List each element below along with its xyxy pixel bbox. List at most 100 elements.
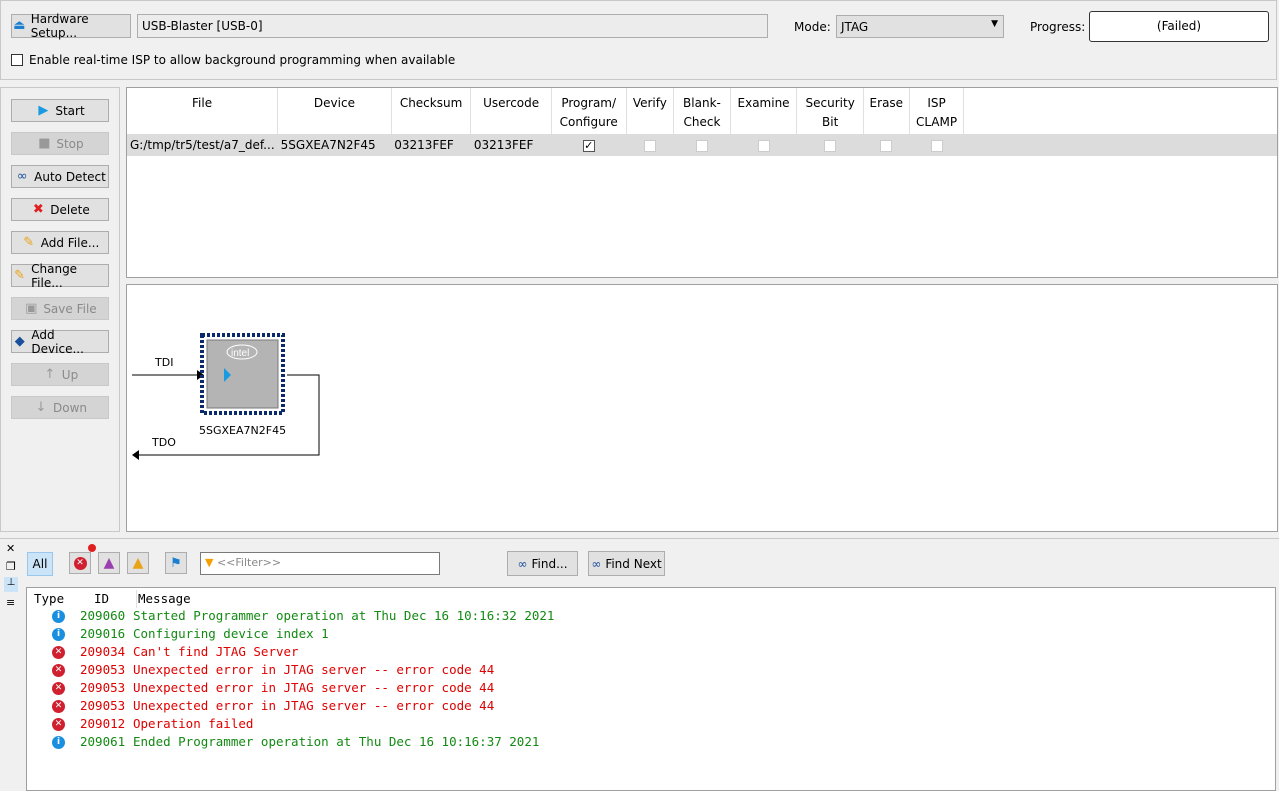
change-file-icon: ✎ [14,267,26,283]
pin-icon[interactable]: ⊥ [4,577,18,592]
up-button[interactable]: ↑ Up [11,363,109,386]
start-icon: ▶ [38,102,49,118]
column-header[interactable]: Usercode [470,88,552,134]
verify-checkbox[interactable] [643,139,656,152]
hardware-setup-icon: ⏏ [13,18,26,33]
column-header[interactable]: ISP CLAMP [909,88,965,134]
program-checkbox[interactable]: ✓ [582,139,595,152]
save-file-icon: ▣ [25,300,38,316]
hardware-setup-button[interactable]: ⏏ Hardware Setup... [11,12,131,40]
column-header[interactable]: Security Bit [796,88,864,134]
message-row[interactable]: ✕ 209012 Operation failed [27,715,1267,733]
find-button[interactable]: ∞ Find... [507,551,578,576]
filter-error-button[interactable]: ✕ [69,552,91,574]
delete-button[interactable]: ✖ Delete [11,198,109,221]
column-header[interactable]: Program/Configure [551,88,627,134]
realtime-isp-checkbox[interactable] [11,54,23,66]
error-icon: ✕ [52,700,65,713]
message-row[interactable]: ✕ 209053 Unexpected error in JTAG server -… [27,679,1267,697]
column-header[interactable]: Erase [863,88,910,134]
isp-clamp-checkbox[interactable] [930,139,943,152]
messages-dock: ✕ ❐ ⊥ ≡ All ✕ ▲ ▲ ⚑ ▼ <<Filter>> ∞ Find..… [0,538,1279,791]
error-icon: ✕ [73,556,87,570]
header-filler [964,88,1277,134]
binoculars-icon: ∞ [16,168,28,184]
column-header[interactable]: File [127,88,279,134]
table-row[interactable]: G:/tmp/tr5/test/a7_def... 5SGXEA7N2F45 032… [127,134,1277,156]
funnel-icon: ▼ [205,556,214,569]
mode-label: Mode: [794,20,831,34]
error-icon: ✕ [52,646,65,659]
col-message: Message [136,590,191,608]
info-icon: i [52,610,65,623]
realtime-isp-label: Enable real-time ISP to allow background… [29,53,456,67]
warning-icon: ▲ [132,555,144,571]
auto-detect-button[interactable]: ∞ Auto Detect [11,165,109,188]
cell-device: 5SGXEA7N2F45 [277,134,392,156]
blank-check-checkbox[interactable] [695,139,708,152]
message-row[interactable]: i 209060 Started Programmer operation at T… [27,607,1267,625]
stop-button[interactable]: ■ Stop [11,132,109,155]
col-type: Type [34,591,65,606]
cell-checksum: 03213FEF [391,134,471,156]
intel-logo-text: intel [231,348,249,359]
error-icon: ✕ [52,718,65,731]
column-header[interactable]: Blank- Check [673,88,731,134]
down-icon: ↓ [35,399,47,415]
erase-checkbox[interactable] [880,139,893,152]
binoculars-icon: ∞ [517,556,528,571]
column-header[interactable]: Examine [730,88,798,134]
message-row[interactable]: i 209016 Configuring device index 1 [27,625,1267,643]
save-file-button[interactable]: ▣ Save File [11,297,109,320]
column-header[interactable]: Checksum [391,88,472,134]
filter-suppressed-button[interactable]: ⚑ [165,552,187,574]
filter-input[interactable]: ▼ <<Filter>> [200,552,440,575]
info-icon: i [52,628,65,641]
mode-select[interactable]: JTAG ▼ [836,15,1004,38]
device-label: 5SGXEA7N2F45 [199,424,286,437]
device-table-panel: File Device Checksum Usercode Program/Config… [126,87,1278,278]
examine-checkbox[interactable] [757,139,770,152]
filter-warning-button[interactable]: ▲ [127,552,149,574]
top-panel: ⏏ Hardware Setup... USB-Blaster [USB-0] M… [0,0,1277,80]
notification-badge [88,544,96,552]
tdo-arrow [132,450,139,460]
column-header[interactable]: Device [277,88,392,134]
start-button[interactable]: ▶ Start [11,99,109,122]
cell-file: G:/tmp/tr5/test/a7_def... [127,134,278,156]
add-file-icon: ✎ [23,234,35,250]
float-icon[interactable]: ❐ [6,560,16,573]
critical-warning-icon: ▲ [103,555,115,571]
column-header[interactable]: Verify [626,88,675,134]
flag-icon: ⚑ [170,555,182,571]
menu-icon[interactable]: ≡ [6,596,15,609]
add-device-button[interactable]: ◆ Add Device... [11,328,109,356]
message-row[interactable]: ✕ 209053 Unexpected error in JTAG server -… [27,697,1267,715]
device-table: File Device Checksum Usercode Program/Config… [127,88,1277,156]
message-row[interactable]: ✕ 209053 Unexpected error in JTAG server -… [27,661,1267,679]
col-id: ID [94,591,110,606]
filter-all-button[interactable]: All [27,552,53,576]
binoculars-next-icon: ∞ [591,556,602,571]
message-row[interactable]: i 209061 Ended Programmer operation at Thu… [27,733,1267,751]
message-list: Type ID Message i 209060 Started Programme… [26,587,1276,791]
hardware-field: USB-Blaster [USB-0] [137,14,768,38]
change-file-button[interactable]: ✎ Change File... [11,262,109,290]
chevron-down-icon: ▼ [991,19,998,29]
info-icon: i [52,736,65,749]
tdo-label: TDO [151,436,176,449]
delete-icon: ✖ [32,201,44,217]
error-icon: ✕ [52,682,65,695]
jtag-chain-diagram: intel TDI TDO 5SGXEA7N2F45 [132,333,320,460]
filter-critical-warning-button[interactable]: ▲ [98,552,120,574]
stop-icon: ■ [38,135,51,151]
security-bit-checkbox[interactable] [824,139,837,152]
close-icon[interactable]: ✕ [6,542,15,555]
message-row[interactable]: ✕ 209034 Can't find JTAG Server [27,643,1267,661]
error-icon: ✕ [52,664,65,677]
down-button[interactable]: ↓ Down [11,396,109,419]
cell-usercode: 03213FEF [470,134,552,156]
tdi-label: TDI [154,356,173,369]
find-next-button[interactable]: ∞ Find Next [588,551,665,576]
add-file-button[interactable]: ✎ Add File... [11,231,109,254]
